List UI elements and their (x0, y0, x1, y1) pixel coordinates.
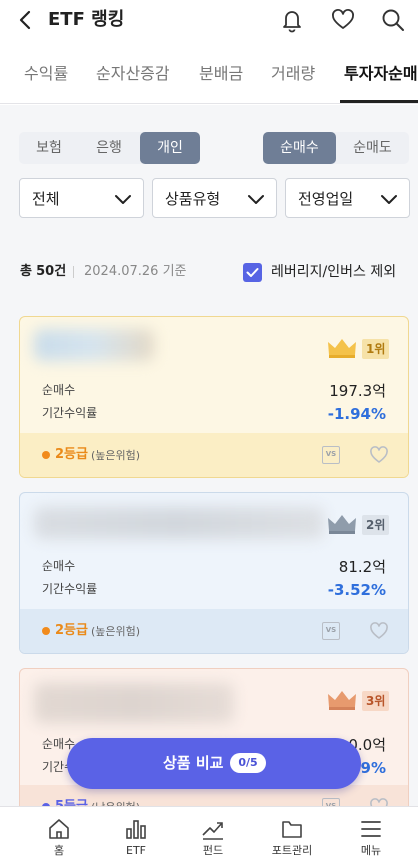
nav-menu-label: 메뉴 (360, 844, 382, 857)
compare-vs-icon[interactable]: VS (322, 622, 340, 640)
dropdown-product-type-label: 상품유형 (165, 190, 221, 208)
chevron-down-icon (115, 195, 131, 204)
blurred-product-name (34, 329, 154, 361)
bell-icon[interactable] (279, 7, 305, 33)
dropdown-all[interactable]: 전체 (19, 178, 144, 218)
nav-home[interactable]: 홈 (24, 807, 94, 860)
period-return-value: -3.52% (327, 581, 386, 599)
risk-dot (42, 451, 50, 459)
chevron-down-icon (381, 195, 397, 204)
card-footer: 2등급 (높은위험) VS (20, 609, 408, 653)
period-return-label: 기간수익률 (42, 582, 98, 596)
segment-net-sell[interactable]: 순매도 (336, 132, 409, 164)
blurred-product-name (34, 683, 234, 723)
dropdown-all-label: 전체 (32, 190, 60, 208)
favorite-heart-icon[interactable] (368, 620, 390, 642)
chevron-down-icon (248, 195, 264, 204)
crown-gold-icon (328, 339, 356, 358)
nav-fund[interactable]: 펀드 (178, 807, 248, 860)
compare-label: 상품 비교 (163, 754, 224, 772)
net-buy-label: 순매수 (42, 383, 76, 397)
nav-etf-label: ETF (126, 844, 146, 857)
home-icon (49, 819, 69, 839)
risk-grade-note: (높은위험) (91, 449, 141, 462)
top-bar: ETF 랭킹 (0, 0, 418, 46)
period-return-label: 기간수익률 (42, 406, 98, 420)
reference-date: 2024.07.26 기준 (84, 264, 187, 279)
count-value: 50건 (36, 264, 67, 279)
tab-net-assets[interactable]: 순자산증감 (96, 64, 170, 84)
etf-card-rank-1[interactable]: 1위 순매수 197.3억 기간수익률 -1.94% 2등급 (높은위험) VS (19, 316, 409, 478)
exclude-leverage-checkbox[interactable] (243, 263, 262, 282)
etf-card-rank-2[interactable]: 2위 순매수 81.2억 기간수익률 -3.52% 2등급 (높은위험) VS (19, 492, 409, 654)
nav-home-label: 홈 (53, 844, 65, 857)
card-footer: 2등급 (높은위험) VS (20, 433, 408, 477)
segment-insurance[interactable]: 보험 (19, 132, 79, 164)
nav-fund-label: 펀드 (202, 844, 224, 857)
trend-icon (202, 822, 223, 840)
crown-bronze-icon (328, 691, 356, 710)
tab-return[interactable]: 수익률 (24, 64, 68, 84)
rank-badge: 2위 (362, 515, 390, 535)
risk-grade: 2등급 (55, 623, 88, 638)
segment-individual[interactable]: 개인 (140, 132, 200, 164)
dropdown-period[interactable]: 전영업일 (285, 178, 410, 218)
net-buy-label: 순매수 (42, 559, 76, 573)
tab-dividend[interactable]: 분배금 (199, 64, 243, 84)
search-icon[interactable] (380, 7, 406, 33)
dropdown-product-type[interactable]: 상품유형 (152, 178, 277, 218)
net-buy-value: 197.3억 (329, 382, 386, 400)
rank-badge: 1위 (362, 339, 390, 359)
bottom-navigation: 홈 ETF 펀드 포트관리 메뉴 (0, 806, 418, 860)
investor-segment: 보험 은행 개인 (19, 132, 200, 164)
blurred-product-name (34, 507, 324, 539)
check-icon (246, 268, 259, 277)
tab-bar: 수익률 순자산증감 분배금 거래량 투자자순매 (0, 46, 418, 104)
period-return-value: -1.94% (327, 405, 386, 423)
count-prefix: 총 (20, 264, 32, 279)
nav-portfolio[interactable]: 포트관리 (257, 807, 327, 860)
tab-investor-net[interactable]: 투자자순매 (344, 64, 418, 84)
compare-count-badge: 0/5 (230, 753, 266, 773)
active-tab-indicator (340, 100, 418, 103)
back-arrow-icon[interactable] (14, 8, 38, 32)
result-count: 총 50건 (20, 263, 66, 281)
net-buy-value: 81.2억 (338, 558, 386, 576)
favorite-heart-icon[interactable] (368, 444, 390, 466)
nav-portfolio-label: 포트관리 (271, 844, 313, 857)
trade-segment: 순매수 순매도 (263, 132, 409, 164)
compare-vs-icon[interactable]: VS (322, 446, 340, 464)
nav-etf[interactable]: ETF (101, 807, 171, 860)
segment-bank[interactable]: 은행 (79, 132, 139, 164)
folder-icon (282, 821, 302, 838)
rank-badge: 3위 (362, 691, 390, 711)
tab-volume[interactable]: 거래량 (271, 64, 315, 84)
bar-chart-icon (126, 820, 146, 839)
page-title: ETF 랭킹 (48, 9, 125, 30)
divider (73, 266, 74, 278)
segment-net-buy[interactable]: 순매수 (263, 132, 336, 164)
nav-menu[interactable]: 메뉴 (336, 807, 406, 860)
menu-icon (361, 821, 381, 837)
dropdown-period-label: 전영업일 (298, 190, 354, 208)
compare-products-button[interactable]: 상품 비교 0/5 (67, 738, 361, 789)
risk-grade: 2등급 (55, 447, 88, 462)
crown-silver-icon (328, 515, 356, 534)
heart-icon[interactable] (330, 7, 356, 33)
risk-grade-note: (높은위험) (91, 625, 141, 638)
risk-dot (42, 627, 50, 635)
period-return-value: 9% (360, 759, 386, 777)
exclude-leverage-label[interactable]: 레버리지/인버스 제외 (271, 263, 396, 282)
